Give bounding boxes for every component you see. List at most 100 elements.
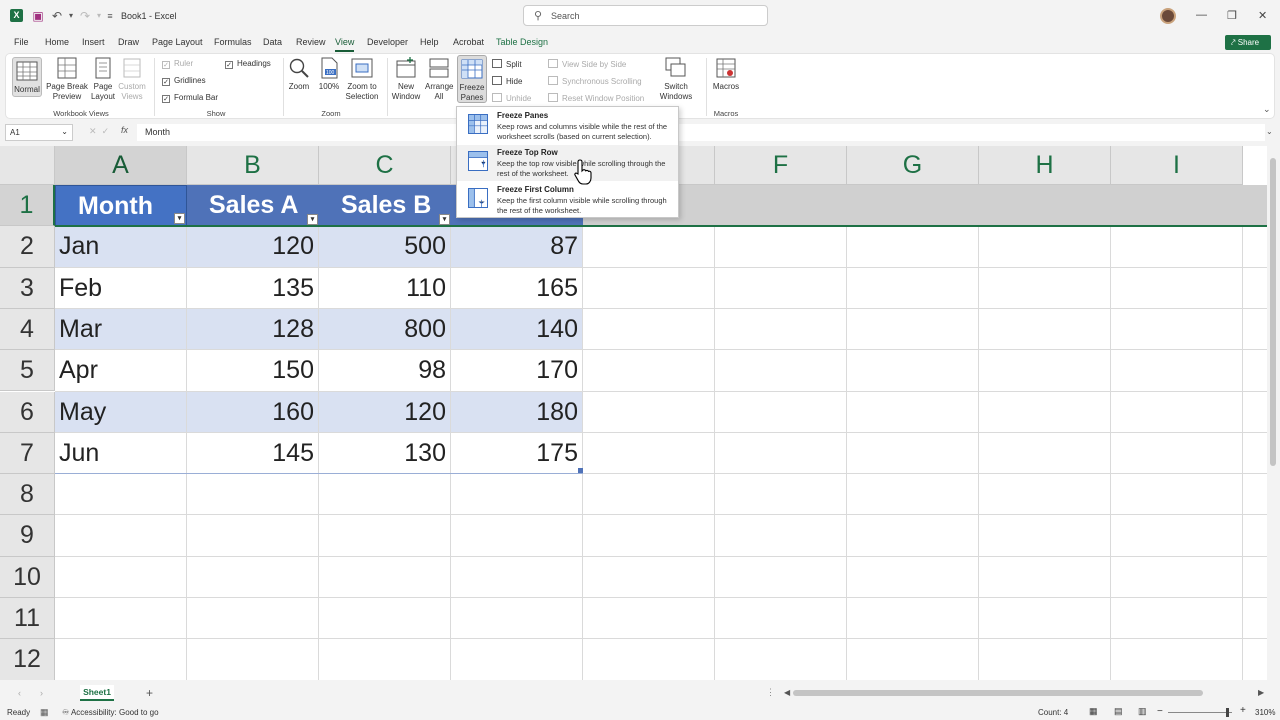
reset-window-position-button[interactable]: Reset Window Position — [548, 93, 644, 103]
macros-button[interactable]: Macros — [711, 57, 741, 92]
table-header-cell[interactable]: Month ▾ — [55, 185, 187, 227]
table-cell-value[interactable]: 120 — [319, 392, 451, 433]
zoom-slider[interactable] — [1168, 712, 1232, 713]
page-break-preview-button[interactable]: Page Break Preview — [45, 57, 89, 102]
customize-qat-icon[interactable]: ≡ — [103, 9, 117, 23]
column-header-i[interactable]: I — [1111, 146, 1243, 185]
tab-acrobat[interactable]: Acrobat — [453, 37, 484, 47]
table-cell-value[interactable]: 98 — [319, 350, 451, 391]
fx-icon[interactable]: fx — [121, 125, 128, 135]
menu-item-freeze-first-column[interactable]: Freeze First Column Keep the first colum… — [457, 182, 678, 218]
row-header-7[interactable]: 7 — [0, 432, 55, 475]
zoom-slider-thumb[interactable] — [1226, 708, 1229, 717]
column-header-f[interactable]: F — [715, 146, 847, 185]
add-sheet-icon[interactable]: + — [146, 686, 153, 700]
table-cell-value[interactable]: 135 — [187, 268, 319, 309]
column-header-g[interactable]: G — [847, 146, 979, 185]
row-header-1[interactable]: 1 — [0, 185, 55, 227]
tab-file[interactable]: File — [14, 37, 29, 47]
table-header-cell[interactable]: Sales B ▾ — [319, 185, 451, 227]
headings-checkbox[interactable]: ✓ Headings — [225, 59, 271, 69]
table-cell-value[interactable]: 175 — [451, 433, 583, 474]
formula-input[interactable]: Month — [137, 124, 1265, 141]
accessibility-status[interactable]: ♾ Accessibility: Good to go — [62, 708, 159, 717]
cancel-icon[interactable]: ✕ — [89, 126, 97, 136]
row-header-6[interactable]: 6 — [0, 391, 55, 433]
search-box[interactable]: ⚲ Search — [523, 5, 768, 26]
table-cell-value[interactable]: 160 — [187, 392, 319, 433]
tab-draw[interactable]: Draw — [118, 37, 139, 47]
menu-item-freeze-top-row[interactable]: Freeze Top Row Keep the top row visible … — [457, 145, 678, 181]
row-header-12[interactable]: 12 — [0, 639, 55, 680]
table-cell-month[interactable]: May — [55, 392, 187, 433]
row-header-2[interactable]: 2 — [0, 226, 55, 268]
tab-splitter-icon[interactable]: ⋮ — [766, 687, 775, 698]
normal-view-icon[interactable]: ▦ — [1089, 706, 1098, 717]
table-cell-value[interactable]: 170 — [451, 350, 583, 391]
column-header-b[interactable]: B — [187, 146, 319, 185]
menu-item-freeze-panes[interactable]: Freeze Panes Keep rows and columns visib… — [457, 108, 678, 144]
table-cell-month[interactable]: Jun — [55, 433, 187, 474]
view-side-by-side-button[interactable]: View Side by Side — [548, 59, 626, 69]
avatar[interactable] — [1160, 8, 1176, 24]
table-cell-month[interactable]: Apr — [55, 350, 187, 391]
horizontal-scroll-thumb[interactable] — [793, 690, 1203, 696]
zoom-button[interactable]: Zoom — [287, 57, 311, 92]
table-cell-value[interactable]: 165 — [451, 268, 583, 309]
row-header-10[interactable]: 10 — [0, 556, 55, 598]
row-header-3[interactable]: 3 — [0, 267, 55, 309]
undo-icon[interactable]: ↶ — [50, 9, 64, 23]
zoom-in-icon[interactable]: + — [1240, 705, 1246, 716]
row-header-5[interactable]: 5 — [0, 350, 55, 392]
select-all-corner[interactable] — [0, 146, 55, 185]
row-header-9[interactable]: 9 — [0, 515, 55, 557]
autosave-icon[interactable]: ▣ — [31, 9, 45, 23]
unhide-button[interactable]: Unhide — [492, 93, 531, 103]
table-cell-month[interactable]: Jan — [55, 226, 187, 267]
synchronous-scrolling-button[interactable]: Synchronous Scrolling — [548, 76, 642, 86]
zoom-level[interactable]: 310% — [1255, 708, 1275, 717]
page-break-view-icon[interactable]: ▥ — [1138, 706, 1147, 717]
tab-review[interactable]: Review — [296, 37, 326, 47]
arrange-all-button[interactable]: Arrange All — [425, 57, 453, 102]
table-cell-value[interactable]: 140 — [451, 309, 583, 350]
gridlines-checkbox[interactable]: ✓ Gridlines — [162, 76, 206, 86]
minimize-button[interactable]: — — [1196, 9, 1207, 21]
undo-dropdown-icon[interactable]: ▾ — [64, 9, 78, 23]
tab-table-design[interactable]: Table Design — [496, 37, 548, 47]
table-cell-month[interactable]: Mar — [55, 309, 187, 350]
switch-windows-button[interactable]: Switch Windows — [658, 57, 694, 102]
tab-insert[interactable]: Insert — [82, 37, 105, 47]
tab-developer[interactable]: Developer — [367, 37, 408, 47]
row-header-8[interactable]: 8 — [0, 474, 55, 516]
column-header-c[interactable]: C — [319, 146, 451, 185]
table-cell-value[interactable]: 130 — [319, 433, 451, 474]
tab-view[interactable]: View — [335, 37, 355, 52]
scroll-left-icon[interactable]: ◀ — [784, 688, 790, 697]
table-cell-value[interactable]: 110 — [319, 268, 451, 309]
table-resize-handle[interactable] — [578, 468, 583, 474]
redo-icon[interactable]: ↷ — [78, 9, 92, 23]
zoom-to-selection-button[interactable]: Zoom to Selection — [344, 57, 380, 102]
table-cell-value[interactable]: 128 — [187, 309, 319, 350]
macro-record-icon[interactable]: ▦ — [40, 707, 49, 718]
tab-formulas[interactable]: Formulas — [214, 37, 252, 47]
split-button[interactable]: Split — [492, 59, 522, 69]
share-button[interactable]: ⤤ Share — [1225, 35, 1271, 50]
zoom-out-icon[interactable]: − — [1157, 706, 1163, 717]
table-cell-value[interactable]: 150 — [187, 350, 319, 391]
custom-views-button[interactable]: Custom Views — [118, 57, 146, 102]
scroll-right-icon[interactable]: ▶ — [1258, 688, 1264, 697]
next-sheet-icon[interactable]: › — [40, 688, 43, 698]
table-cell-value[interactable]: 180 — [451, 392, 583, 433]
collapse-ribbon-icon[interactable]: ⌄ — [1263, 104, 1271, 115]
name-box[interactable]: A1 ⌄ — [5, 124, 73, 141]
table-header-cell[interactable]: Sales A ▾ — [187, 185, 319, 227]
formula-bar-checkbox[interactable]: ✓ Formula Bar — [162, 93, 218, 103]
sheet-tab-sheet1[interactable]: Sheet1 — [80, 685, 114, 701]
ruler-checkbox[interactable]: ✓ Ruler — [162, 59, 193, 69]
column-header-h[interactable]: H — [979, 146, 1111, 185]
freeze-panes-button[interactable]: Freeze Panes — [457, 55, 487, 103]
column-header-a[interactable]: A — [55, 146, 187, 185]
page-layout-view-button[interactable]: Page Layout — [90, 57, 116, 102]
